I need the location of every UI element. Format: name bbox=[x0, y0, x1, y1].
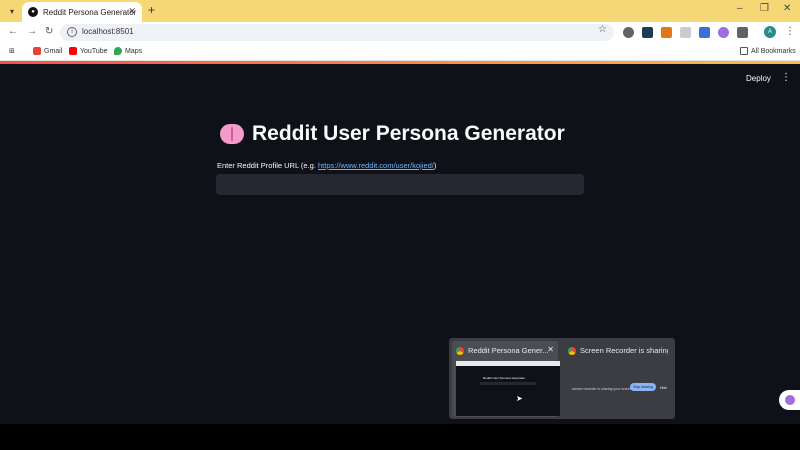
url-input-label: Enter Reddit Profile URL (e.g. https://w… bbox=[217, 161, 436, 170]
bookmark-maps[interactable]: Maps bbox=[114, 47, 142, 55]
hide-button: Hide bbox=[660, 386, 668, 390]
chrome-icon bbox=[456, 346, 464, 355]
minimize-icon[interactable]: – bbox=[737, 3, 743, 14]
all-bookmarks-label: All Bookmarks bbox=[751, 47, 796, 55]
extension-icon[interactable] bbox=[642, 27, 653, 38]
app-main: Deploy ⋮ Reddit User Persona Generator E… bbox=[0, 64, 800, 424]
bookmark-label: YouTube bbox=[80, 47, 108, 55]
site-info-icon[interactable]: i bbox=[67, 27, 77, 37]
recorder-thumbnail-text: screen recorder is sharing your screen bbox=[572, 387, 632, 391]
bookmark-label: Maps bbox=[125, 47, 143, 55]
screen-share-popup: Reddit Persona Gener... ✕ Reddit User Pe… bbox=[449, 338, 675, 419]
tab-title: Reddit Persona Generator bbox=[43, 7, 137, 17]
bookmarks-bar: ⊞ Gmail YouTube Maps All Bookmarks bbox=[0, 43, 800, 61]
extension-icon bbox=[784, 395, 795, 405]
bookmark-youtube[interactable]: YouTube bbox=[69, 47, 108, 55]
bookmark-star-icon[interactable]: ☆ bbox=[598, 24, 607, 35]
bottom-bar bbox=[0, 424, 800, 450]
cursor-icon: ➤ bbox=[516, 394, 523, 403]
chrome-icon bbox=[568, 346, 576, 355]
close-icon[interactable]: ✕ bbox=[547, 345, 554, 354]
thumbnail-input bbox=[480, 382, 536, 385]
back-icon[interactable]: ← bbox=[8, 26, 18, 37]
share-card-reddit-tab[interactable]: Reddit Persona Gener... ✕ Reddit User Pe… bbox=[452, 341, 560, 417]
puzzle-icon[interactable] bbox=[737, 27, 748, 38]
bookmark-gmail[interactable]: Gmail bbox=[33, 47, 62, 55]
apps-grid-icon[interactable]: ⊞ bbox=[9, 47, 15, 55]
close-window-icon[interactable]: ✕ bbox=[783, 3, 791, 14]
forward-icon[interactable]: → bbox=[27, 26, 37, 37]
page-title: Reddit User Persona Generator bbox=[220, 122, 565, 146]
example-url-link[interactable]: https://www.reddit.com/user/kojied/ bbox=[318, 161, 434, 170]
folder-icon bbox=[740, 47, 748, 55]
share-card-title: Reddit Persona Gener... bbox=[456, 346, 556, 355]
share-card-title: Screen Recorder is sharing y... bbox=[568, 346, 668, 355]
floating-extension-button[interactable] bbox=[779, 390, 800, 410]
recorder-thumbnail: screen recorder is sharing your screen S… bbox=[564, 365, 674, 409]
youtube-icon bbox=[69, 47, 77, 55]
gmail-icon bbox=[33, 47, 41, 55]
favicon-icon: ● bbox=[28, 7, 38, 17]
metamask-icon[interactable] bbox=[661, 27, 672, 38]
extension-icon[interactable] bbox=[623, 27, 634, 38]
tab-search-icon[interactable]: ▾ bbox=[5, 4, 19, 18]
tab-strip: ▾ ● Reddit Persona Generator ✕ + – ❐ ✕ bbox=[0, 0, 800, 22]
bookmark-label: Gmail bbox=[44, 47, 63, 55]
all-bookmarks[interactable]: All Bookmarks bbox=[740, 47, 796, 55]
tab-close-icon[interactable]: ✕ bbox=[128, 6, 136, 17]
reload-icon[interactable]: ↻ bbox=[45, 26, 53, 37]
restore-icon[interactable]: ❐ bbox=[760, 3, 769, 14]
deploy-button[interactable]: Deploy bbox=[746, 74, 771, 83]
tab-reddit-persona[interactable]: ● Reddit Persona Generator ✕ bbox=[22, 2, 142, 22]
avatar[interactable]: A bbox=[764, 26, 776, 38]
share-card-title-text: Reddit Persona Gener... bbox=[468, 346, 549, 355]
address-bar[interactable]: i localhost:8501 bbox=[60, 24, 614, 41]
browser-menu-icon[interactable]: ⋮ bbox=[785, 26, 795, 37]
thumbnail-title: Reddit User Persona Generator bbox=[483, 376, 526, 380]
label-suffix: ) bbox=[433, 161, 437, 170]
url-text[interactable]: localhost:8501 bbox=[82, 27, 134, 36]
new-tab-button[interactable]: + bbox=[148, 3, 155, 17]
extension-icon[interactable] bbox=[680, 27, 691, 38]
tab-thumbnail: Reddit User Persona Generator ➤ bbox=[456, 361, 560, 416]
share-card-title-text: Screen Recorder is sharing y... bbox=[580, 346, 668, 355]
maps-icon bbox=[114, 47, 122, 55]
page-title-text: Reddit User Persona Generator bbox=[252, 122, 565, 145]
brain-icon bbox=[220, 124, 244, 144]
extension-icon[interactable] bbox=[699, 27, 710, 38]
stop-sharing-button: Stop sharing bbox=[630, 383, 656, 391]
label-prefix: Enter Reddit Profile URL (e.g. bbox=[217, 161, 319, 170]
app-menu-icon[interactable]: ⋮ bbox=[781, 72, 791, 83]
reddit-url-input[interactable] bbox=[216, 174, 584, 195]
extension-icon[interactable] bbox=[718, 27, 729, 38]
share-card-recorder[interactable]: Screen Recorder is sharing y... screen r… bbox=[564, 341, 670, 417]
